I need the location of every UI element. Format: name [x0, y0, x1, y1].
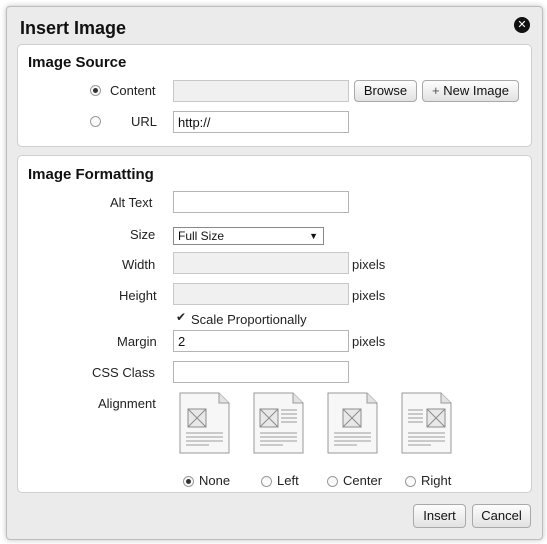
- alignment-label: Alignment: [98, 396, 156, 411]
- size-label: Size: [130, 227, 156, 242]
- margin-label: Margin: [117, 334, 157, 349]
- height-units: pixels: [352, 288, 386, 303]
- align-none-label: None: [199, 473, 231, 488]
- align-center-radio[interactable]: [327, 476, 338, 487]
- css-class-label: CSS Class: [92, 365, 155, 380]
- align-right-radio[interactable]: [405, 476, 416, 487]
- plus-icon: +: [432, 83, 440, 98]
- align-none-icon[interactable]: [179, 392, 230, 454]
- align-left-icon[interactable]: [253, 392, 304, 454]
- new-image-button[interactable]: + New Image: [422, 80, 519, 102]
- image-source-title: Image Source: [28, 54, 127, 71]
- url-radio[interactable]: [90, 116, 101, 127]
- size-select[interactable]: Full Size ▼: [173, 227, 324, 245]
- new-image-label: New Image: [443, 83, 509, 98]
- scale-label: Scale Proportionally: [191, 312, 307, 327]
- align-right-icon[interactable]: [401, 392, 452, 454]
- image-formatting-title: Image Formatting: [28, 166, 154, 183]
- image-source-panel: Image Source Content Browse + New Image …: [17, 44, 532, 147]
- alt-text-field[interactable]: [173, 191, 349, 213]
- content-field[interactable]: [173, 80, 349, 102]
- insert-button[interactable]: Insert: [413, 504, 466, 528]
- width-field[interactable]: [173, 252, 349, 274]
- align-left-radio[interactable]: [261, 476, 272, 487]
- insert-image-dialog: Insert Image ✕ Image Source Content Brow…: [6, 6, 543, 540]
- chevron-down-icon: ▼: [309, 231, 318, 241]
- align-left-label: Left: [277, 473, 299, 488]
- close-icon[interactable]: ✕: [514, 17, 530, 33]
- align-center-label: Center: [343, 473, 383, 488]
- scale-checkbox[interactable]: ✔: [176, 311, 188, 323]
- size-value: Full Size: [178, 229, 225, 243]
- url-field[interactable]: http://: [173, 111, 349, 133]
- margin-field[interactable]: 2: [173, 330, 349, 352]
- cancel-button[interactable]: Cancel: [472, 504, 531, 528]
- align-right-label: Right: [421, 473, 452, 488]
- content-label: Content: [110, 83, 156, 98]
- url-label: URL: [131, 114, 158, 129]
- height-label: Height: [119, 288, 157, 303]
- margin-units: pixels: [352, 334, 386, 349]
- browse-button[interactable]: Browse: [354, 80, 417, 102]
- width-label: Width: [122, 257, 156, 272]
- dialog-title: Insert Image: [20, 18, 127, 38]
- height-field[interactable]: [173, 283, 349, 305]
- content-radio[interactable]: [90, 85, 101, 96]
- image-formatting-panel: Image Formatting Alt Text Size Full Size…: [17, 155, 532, 493]
- align-none-radio[interactable]: [183, 476, 194, 487]
- width-units: pixels: [352, 257, 386, 272]
- alt-text-label: Alt Text: [110, 195, 153, 210]
- css-class-field[interactable]: [173, 361, 349, 383]
- align-center-icon[interactable]: [327, 392, 378, 454]
